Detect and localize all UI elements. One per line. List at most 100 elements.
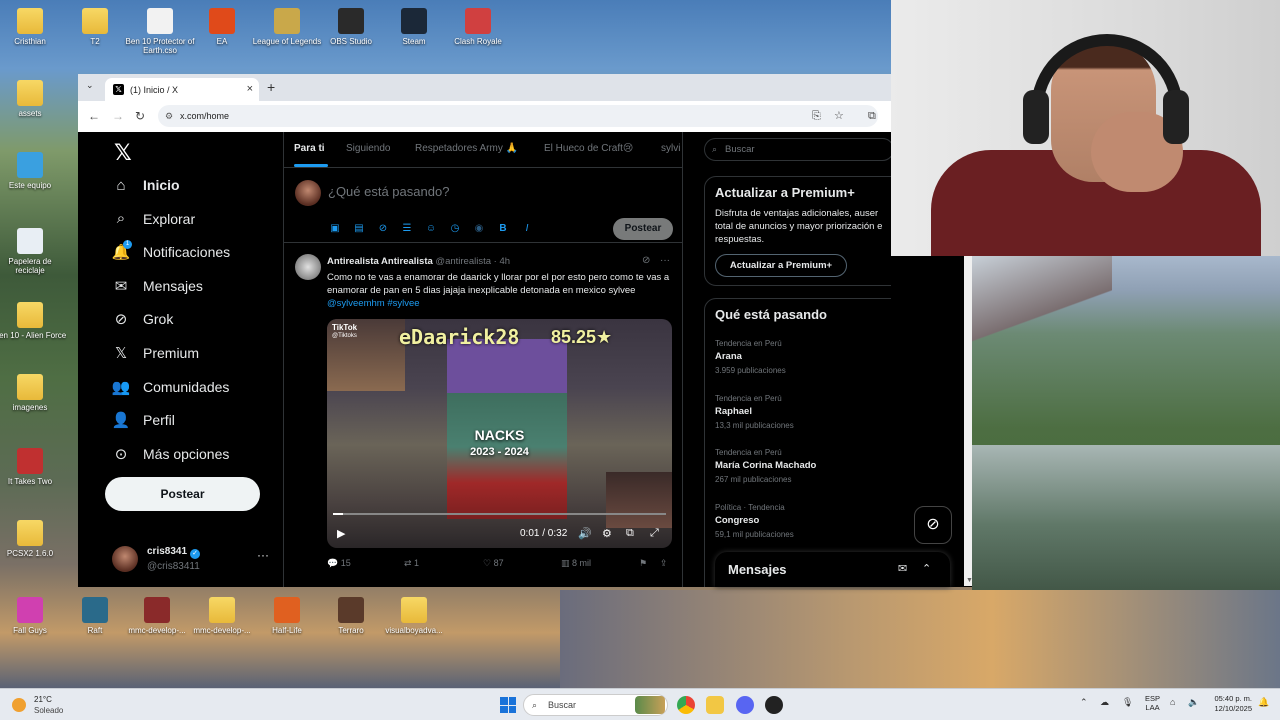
- extensions-icon[interactable]: ⧉: [868, 105, 876, 127]
- desktop-icon-papelera-de-reciclaje[interactable]: Papelera de reciclaje: [0, 228, 67, 275]
- sidebar-item-grok[interactable]: ⊘ Grok: [112, 310, 174, 328]
- desktop-icon-assets[interactable]: assets: [0, 80, 67, 118]
- pip-icon[interactable]: ⧉: [626, 527, 634, 540]
- tweet[interactable]: Antirealista Antirealista @antirealista …: [284, 244, 682, 587]
- tab-sylvi[interactable]: sylvi: [661, 143, 680, 154]
- tab-search-icon[interactable]: ⌄: [86, 80, 94, 91]
- sidebar-item-premium[interactable]: 𝕏 Premium: [112, 344, 199, 362]
- tweet-video[interactable]: eDaarick28 85.25★ TikTok @Tiktoks NACKS 2…: [327, 319, 672, 548]
- file-explorer-icon[interactable]: [706, 696, 724, 714]
- install-app-icon[interactable]: ⎘: [812, 105, 821, 127]
- poll-icon[interactable]: ☰: [400, 222, 414, 236]
- grok-floating-button[interactable]: ⊘: [914, 506, 952, 544]
- reply-button[interactable]: 💬 15: [327, 558, 351, 569]
- fullscreen-icon[interactable]: ⤢: [650, 527, 659, 540]
- sidebar-item-explorar[interactable]: ⌕ Explorar: [112, 210, 195, 228]
- bookmark-star-icon[interactable]: ☆: [834, 105, 844, 127]
- volume-icon[interactable]: 🔊: [578, 527, 592, 540]
- sidebar-item-mensajes[interactable]: ✉ Mensajes: [112, 277, 203, 295]
- sidebar-item-m-s-opciones[interactable]: ⊙ Más opciones: [112, 445, 230, 463]
- sidebar-item-comunidades[interactable]: 👥 Comunidades: [112, 378, 230, 396]
- tab-hueco-de-craft[interactable]: El Hueco de Craft😢: [544, 143, 633, 154]
- desktop-icon-mmc-develop-[interactable]: mmc-develop-...: [185, 597, 259, 635]
- tray-overflow-icon[interactable]: ⌃: [1080, 697, 1088, 708]
- page-scrollbar[interactable]: ▼: [964, 256, 973, 586]
- location-icon[interactable]: ◉: [472, 222, 486, 236]
- desktop-icon-visualboyadva-[interactable]: visualboyadva...: [377, 597, 451, 635]
- views-button[interactable]: ▥ 8 mil: [561, 558, 591, 569]
- italic-icon[interactable]: I: [520, 222, 534, 236]
- search-input[interactable]: ⌕ Buscar: [704, 138, 891, 161]
- tweet-more-icon[interactable]: ···: [660, 255, 670, 266]
- tweet-author-name[interactable]: Antirealista Antirealista: [327, 256, 433, 267]
- desktop-icon-ea[interactable]: EA: [185, 8, 259, 46]
- desktop-icon-fall-guys[interactable]: Fall Guys: [0, 597, 67, 635]
- trend-item[interactable]: Tendencia en Perú Arana 3.959 publicacione…: [715, 339, 891, 375]
- tab-para-ti[interactable]: Para ti: [294, 143, 325, 154]
- notifications-icon[interactable]: 🔔: [1258, 697, 1269, 708]
- more-icon[interactable]: ···: [257, 548, 269, 562]
- desktop-icon-t2[interactable]: T2: [58, 8, 132, 46]
- reload-icon[interactable]: ↻: [135, 109, 145, 123]
- hashtag-link[interactable]: #sylvee: [387, 298, 419, 309]
- desktop-icon-steam[interactable]: Steam: [377, 8, 451, 46]
- post-button[interactable]: Postear: [105, 477, 260, 511]
- volume-icon[interactable]: 🔈: [1188, 697, 1199, 708]
- desktop-icon-league-of-legends[interactable]: League of Legends: [250, 8, 324, 46]
- tweet-author-handle[interactable]: @antirealista: [435, 256, 491, 267]
- desktop-icon-half-life[interactable]: Half-Life: [250, 597, 324, 635]
- compose-post-button[interactable]: Postear: [613, 218, 673, 240]
- x-logo-icon[interactable]: 𝕏: [114, 140, 132, 166]
- mention-link[interactable]: @sylveemhm: [327, 298, 385, 309]
- trend-item[interactable]: Política · Tendencia Congreso 59,1 mil pub…: [715, 503, 891, 539]
- start-button[interactable]: [500, 697, 516, 713]
- desktop-icon-cristhian[interactable]: Cristhian: [0, 8, 67, 46]
- close-tab-icon[interactable]: ×: [247, 83, 253, 95]
- site-info-icon[interactable]: ⚙: [165, 105, 173, 127]
- grok-explain-icon[interactable]: ⊘: [642, 255, 650, 266]
- compose-input[interactable]: ¿Qué está pasando?: [328, 184, 449, 199]
- play-icon[interactable]: ▶: [337, 527, 345, 540]
- sidebar-item-inicio[interactable]: ⌂ Inicio: [112, 176, 179, 194]
- url-field[interactable]: ⚙ x.com/home ⎘ ☆ ⧉: [158, 105, 878, 127]
- video-progress-bar[interactable]: [333, 513, 666, 515]
- tab-siguiendo[interactable]: Siguiendo: [346, 143, 390, 154]
- grok-icon[interactable]: ⊘: [376, 222, 390, 236]
- expand-icon[interactable]: ⌃: [922, 562, 931, 575]
- schedule-icon[interactable]: ◷: [448, 222, 462, 236]
- network-icon[interactable]: ⌂: [1170, 697, 1175, 707]
- language-indicator[interactable]: ESP LAA: [1145, 694, 1160, 712]
- account-switcher[interactable]: cris8341 ✓ @cris83411 ···: [112, 542, 272, 576]
- avatar[interactable]: [295, 254, 321, 280]
- messages-drawer[interactable]: Mensajes ✉ ⌃: [715, 552, 950, 587]
- discord-icon[interactable]: [736, 696, 754, 714]
- bold-icon[interactable]: B: [496, 222, 510, 236]
- clock[interactable]: 05:40 p. m. 12/10/2025: [1206, 694, 1252, 714]
- emoji-icon[interactable]: ☺: [424, 222, 438, 236]
- bookmark-icon[interactable]: ⚑: [639, 558, 647, 569]
- browser-tab[interactable]: 𝕏 (1) Inicio / X ×: [105, 78, 259, 101]
- back-icon[interactable]: ←: [88, 109, 100, 123]
- forward-icon[interactable]: →: [112, 109, 124, 123]
- desktop-icon-clash-royale[interactable]: Clash Royale: [441, 8, 515, 46]
- mic-icon[interactable]: 🎙: [1122, 697, 1133, 708]
- trend-item[interactable]: Tendencia en Perú María Corina Machado 267…: [715, 448, 891, 484]
- sidebar-item-perfil[interactable]: 👤 Perfil: [112, 411, 175, 429]
- like-button[interactable]: ♡ 87: [483, 558, 504, 569]
- new-tab-icon[interactable]: +: [267, 79, 275, 95]
- desktop-icon-mmc-develop-[interactable]: mmc-develop-...: [120, 597, 194, 635]
- share-icon[interactable]: ⇪: [660, 558, 668, 569]
- desktop-icon-este-equipo[interactable]: Este equipo: [0, 152, 67, 190]
- new-message-icon[interactable]: ✉: [898, 562, 907, 575]
- desktop-icon-pcsx2-1-6-0[interactable]: PCSX2 1.6.0: [0, 520, 67, 558]
- scroll-down-icon[interactable]: ▼: [966, 577, 973, 584]
- trend-item[interactable]: Tendencia en Perú Raphael 13,3 mil publica…: [715, 394, 891, 430]
- premium-upgrade-button[interactable]: Actualizar a Premium+: [715, 254, 847, 277]
- desktop-icon-it-takes-two[interactable]: It Takes Two: [0, 448, 67, 486]
- tab-respetadores-army[interactable]: Respetadores Army 🙏: [415, 143, 518, 154]
- tweet-time[interactable]: · 4h: [494, 256, 510, 267]
- obs-icon[interactable]: [765, 696, 783, 714]
- media-icon[interactable]: ▣: [328, 222, 342, 236]
- settings-gear-icon[interactable]: ⚙: [602, 527, 612, 540]
- repost-button[interactable]: ⇄ 1: [404, 558, 419, 569]
